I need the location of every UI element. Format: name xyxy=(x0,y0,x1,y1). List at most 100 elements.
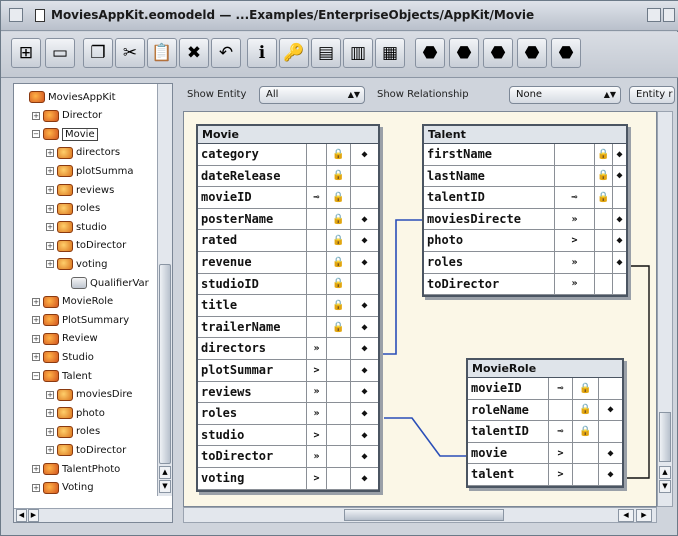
tree-item[interactable]: + plotSumma xyxy=(46,162,133,180)
disclosure-icon[interactable]: + xyxy=(46,148,54,157)
key-icon[interactable]: » xyxy=(306,403,326,424)
class-property-icon[interactable]: ◆ xyxy=(350,338,378,359)
class-property-icon[interactable]: ◆ xyxy=(612,208,626,230)
scroll-down-icon[interactable]: ▼ xyxy=(659,480,671,493)
key-icon[interactable] xyxy=(554,165,594,187)
tree-item[interactable]: + TalentPhoto xyxy=(32,460,120,478)
tree-item[interactable]: + toDirector xyxy=(46,441,126,459)
lock-icon[interactable]: 🔒 xyxy=(326,187,350,208)
attribute-row[interactable]: reviews » ◆ xyxy=(198,381,378,404)
paste-button[interactable]: 📋 xyxy=(147,38,177,68)
attribute-row[interactable]: directors » ◆ xyxy=(198,338,378,360)
inspector-button[interactable]: ℹ xyxy=(247,38,277,68)
lock-icon[interactable]: 🔒 xyxy=(326,144,350,165)
data-browser-button[interactable]: ▦ xyxy=(375,38,405,68)
key-icon[interactable]: » xyxy=(554,251,594,273)
lock-icon[interactable] xyxy=(594,251,612,273)
disclosure-icon[interactable]: + xyxy=(32,297,40,306)
scroll-up-icon[interactable]: ▲ xyxy=(159,466,171,479)
key-icon[interactable]: ⊸ xyxy=(306,187,326,208)
attribute-row[interactable]: roles » ◆ xyxy=(198,403,378,425)
scroll-up-icon[interactable]: ▲ xyxy=(659,466,671,479)
class-property-icon[interactable]: ◆ xyxy=(598,442,622,464)
collapse-box-icon[interactable] xyxy=(663,8,675,22)
attribute-row[interactable]: movieID ⊸ 🔒 xyxy=(198,187,378,209)
disclosure-icon[interactable]: + xyxy=(32,111,40,120)
flatten-button[interactable]: ⬣ xyxy=(517,38,547,68)
disclosure-icon[interactable]: + xyxy=(46,186,54,194)
table-mode-button[interactable]: ▭ xyxy=(45,38,75,68)
class-property-icon[interactable]: ◆ xyxy=(612,144,626,165)
disclosure-icon[interactable]: + xyxy=(46,446,54,455)
show-entity-select[interactable]: All ▲▼ xyxy=(259,86,365,104)
entity-movie[interactable]: Movie category 🔒 ◆ dateRelease 🔒 movieID ⊸ 🔒 post… xyxy=(196,124,380,492)
attribute-row[interactable]: rated 🔒 ◆ xyxy=(198,230,378,252)
key-icon[interactable] xyxy=(306,144,326,165)
tree-item[interactable]: − Movie xyxy=(32,125,98,143)
lock-icon[interactable] xyxy=(326,446,350,467)
attribute-row[interactable]: revenue 🔒 ◆ xyxy=(198,251,378,274)
key-icon[interactable] xyxy=(306,316,326,338)
class-property-icon[interactable]: ◆ xyxy=(350,251,378,273)
key-icon[interactable]: > xyxy=(306,467,326,489)
disclosure-icon[interactable]: + xyxy=(46,241,54,250)
key-icon[interactable]: » xyxy=(554,273,594,295)
lock-icon[interactable]: 🔒 xyxy=(594,187,612,208)
entity-select[interactable]: Entity r xyxy=(629,86,675,104)
scroll-right-icon[interactable]: ▶ xyxy=(636,509,652,522)
class-property-icon[interactable]: ◆ xyxy=(350,316,378,338)
class-property-icon[interactable]: ◆ xyxy=(612,165,626,187)
tree-item[interactable]: + toDirector xyxy=(46,237,126,255)
class-property-icon[interactable]: ◆ xyxy=(612,251,626,273)
attribute-row[interactable]: moviesDirecte » ◆ xyxy=(424,208,626,231)
key-icon[interactable]: » xyxy=(306,446,326,467)
tree-item[interactable]: + Director xyxy=(32,107,102,125)
scroll-thumb[interactable] xyxy=(659,412,671,462)
copy-button[interactable]: ❐ xyxy=(83,38,113,68)
disclosure-icon[interactable]: − xyxy=(32,372,40,380)
lock-icon[interactable] xyxy=(326,467,350,489)
close-box-icon[interactable] xyxy=(9,8,23,22)
class-property-icon[interactable]: ◆ xyxy=(350,467,378,489)
entity-movierole[interactable]: MovieRole movieID ⊸ 🔒 roleName 🔒 ◆ talentID ⊸ 🔒 mo… xyxy=(466,358,624,488)
attribute-row[interactable]: roles » ◆ xyxy=(424,251,626,274)
lock-icon[interactable] xyxy=(594,230,612,251)
key-icon[interactable] xyxy=(306,251,326,273)
lock-icon[interactable]: 🔒 xyxy=(326,316,350,338)
class-property-icon[interactable] xyxy=(612,187,626,208)
entity-title[interactable]: MovieRole xyxy=(468,360,622,378)
lock-icon[interactable] xyxy=(594,273,612,295)
disclosure-icon[interactable]: + xyxy=(46,409,54,418)
entity-title[interactable]: Talent xyxy=(424,126,626,144)
add-attribute-button[interactable]: ⬣ xyxy=(449,38,479,68)
entity-diagram-canvas[interactable]: Movie category 🔒 ◆ dateRelease 🔒 movieID ⊸ 🔒 post… xyxy=(183,111,657,507)
tree-item[interactable]: + roles xyxy=(46,423,100,441)
lock-icon[interactable]: 🔒 xyxy=(326,251,350,273)
attribute-row[interactable]: posterName 🔒 ◆ xyxy=(198,208,378,231)
tree-item[interactable]: − Talent xyxy=(32,367,92,385)
attribute-row[interactable]: roleName 🔒 ◆ xyxy=(468,399,622,422)
disclosure-icon[interactable]: + xyxy=(32,353,40,362)
class-property-icon[interactable]: ◆ xyxy=(598,399,622,421)
disclosure-icon[interactable]: + xyxy=(46,427,54,436)
class-property-icon[interactable]: ◆ xyxy=(350,424,378,446)
lock-icon[interactable]: 🔒 xyxy=(572,421,598,442)
tree-item[interactable]: + Studio xyxy=(32,348,94,366)
disclosure-icon[interactable]: + xyxy=(32,465,40,473)
key-icon[interactable]: » xyxy=(306,381,326,403)
undo-button[interactable]: ↶ xyxy=(211,38,241,68)
attribute-row[interactable]: toDirector » xyxy=(424,273,626,296)
key-icon[interactable]: > xyxy=(306,359,326,381)
delete-button[interactable]: ✖ xyxy=(179,38,209,68)
lock-icon[interactable] xyxy=(326,424,350,446)
attribute-row[interactable]: voting > ◆ xyxy=(198,467,378,490)
scroll-left-icon[interactable]: ◀ xyxy=(16,509,27,522)
lock-icon[interactable] xyxy=(326,381,350,403)
key-icon[interactable]: » xyxy=(306,338,326,359)
canvas-vertical-scrollbar[interactable]: ▲ ▼ xyxy=(657,111,673,507)
attribute-row[interactable]: talentID ⊸ 🔒 xyxy=(424,187,626,209)
key-icon[interactable]: > xyxy=(548,442,572,464)
scroll-left-icon[interactable]: ◀ xyxy=(618,509,634,522)
add-relationship-button[interactable]: ⬣ xyxy=(483,38,513,68)
scroll-thumb[interactable] xyxy=(344,509,504,521)
